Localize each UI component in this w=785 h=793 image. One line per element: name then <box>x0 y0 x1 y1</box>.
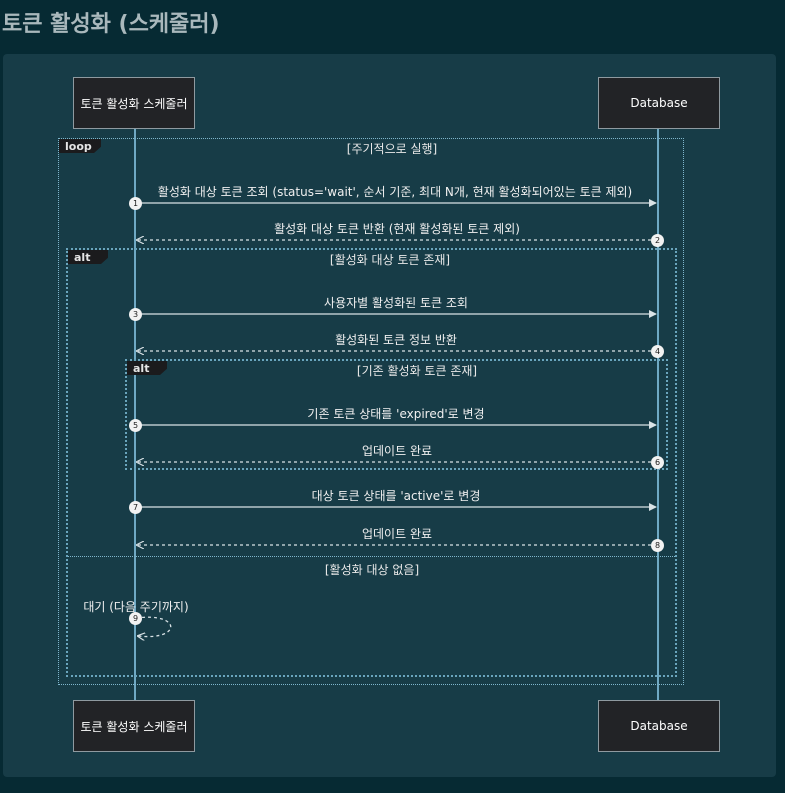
message-7-label: 대상 토큰 상태를 'active'로 변경 <box>311 489 481 503</box>
message-5-label: 기존 토큰 상태를 'expired'로 변경 <box>307 407 485 421</box>
sequence-number-6: 6 <box>651 456 664 469</box>
message-6-label: 업데이트 완료 <box>361 444 433 458</box>
sequence-number-4: 4 <box>651 345 664 358</box>
message-arrows <box>135 199 657 793</box>
message-8-label: 업데이트 완료 <box>361 527 433 541</box>
message-1-label: 활성화 대상 토큰 조회 (status='wait', 순서 기준, 최대 N… <box>157 185 633 199</box>
sequence-number-9: 9 <box>129 612 142 625</box>
sequence-number-1: 1 <box>129 197 142 210</box>
message-3-label: 사용자별 활성화된 토큰 조회 <box>324 296 468 310</box>
sequence-number-5: 5 <box>129 419 142 432</box>
message-4-label: 활성화된 토큰 정보 반환 <box>335 333 457 347</box>
sequence-number-2: 2 <box>651 234 664 247</box>
sequence-number-8: 8 <box>651 539 664 552</box>
sequence-number-7: 7 <box>129 501 142 514</box>
sequence-number-3: 3 <box>129 308 142 321</box>
message-2-label: 활성화 대상 토큰 반환 (현재 활성화된 토큰 제외) <box>274 222 520 236</box>
